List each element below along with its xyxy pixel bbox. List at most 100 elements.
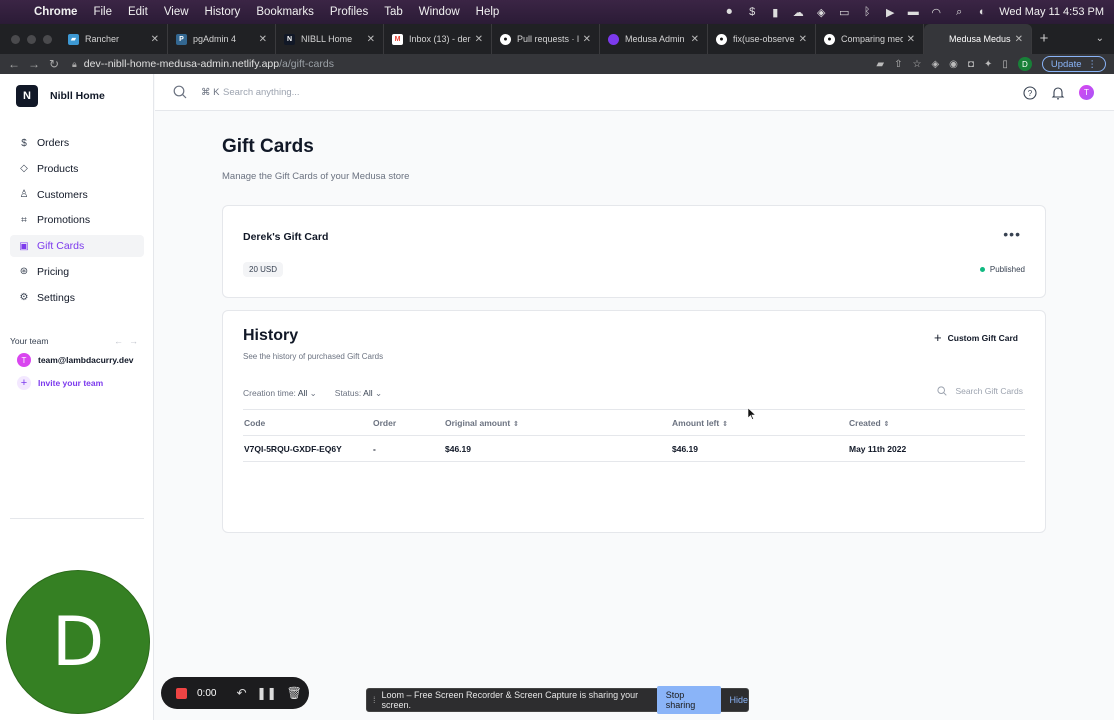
tab-search-chevron-icon[interactable]: ⌄ [1096,24,1104,54]
menubar-clock[interactable]: Wed May 11 4:53 PM [999,6,1104,18]
menu-help[interactable]: Help [476,6,500,18]
menu-view[interactable]: View [164,6,189,18]
browser-tab[interactable]: ▰ Rancher ✕ [60,24,168,54]
sidebar-item-customers[interactable]: ♙ Customers [10,184,144,206]
close-tab-icon[interactable]: ✕ [367,34,375,45]
sidebar-item-promotions[interactable]: ⌗ Promotions [10,209,144,231]
menu-history[interactable]: History [205,6,241,18]
share-icon[interactable]: ⇧ [894,59,902,70]
sidebar-item-orders[interactable]: $ Orders [10,132,144,154]
dollar-status-icon[interactable]: $ [746,6,758,18]
sidebar-item-label: Products [37,162,79,175]
display-icon[interactable]: ▭ [838,6,850,19]
update-button[interactable]: Update ⋮ [1041,56,1106,72]
browser-tab[interactable]: N NIBLL Home ✕ [276,24,384,54]
close-tab-icon[interactable]: ✕ [799,34,807,45]
team-pager-arrows-icon[interactable]: ←→ [114,336,144,346]
cloud-icon[interactable]: ☁ [792,6,804,19]
browser-tab[interactable]: ● Comparing medus ✕ [816,24,924,54]
extension-camera-icon[interactable]: ◘ [968,59,974,70]
profile-avatar[interactable]: D [1017,57,1032,71]
play-icon[interactable]: ▶ [884,6,896,19]
sidebar-item-pricing[interactable]: ⊛ Pricing [10,261,144,283]
table-row[interactable]: V7QI-5RQU-GXDF-EQ6Y - $46.19 $46.19 May … [243,435,1025,462]
store-brand[interactable]: N Nibll Home [16,85,105,107]
user-avatar[interactable]: T [1079,85,1094,100]
search-icon[interactable] [173,85,187,99]
spotlight-icon[interactable]: ⌕ [953,6,965,18]
sort-icon[interactable]: ⇕ [513,421,519,428]
wifi-icon[interactable]: ◠ [930,6,942,19]
stop-recording-icon[interactable] [176,687,187,699]
close-tab-icon[interactable]: ✕ [475,34,483,45]
sort-icon[interactable]: ⇕ [884,421,890,428]
drag-handle-icon[interactable]: ⁞ [373,695,376,705]
microphone-icon[interactable]: ⏺ [723,6,735,18]
lock-icon[interactable]: 🔒︎ [72,59,77,70]
team-member-email: team@lambdacurry.dev [38,355,134,365]
sort-icon[interactable]: ⇕ [722,421,728,428]
menu-app-name[interactable]: Chrome [34,6,77,18]
browser-tab[interactable]: ● fix(use-observe-e ✕ [708,24,816,54]
gift-card-search-input[interactable]: Search Gift Cards [937,386,1023,396]
column-amount-left[interactable]: Amount left ⇕ [671,409,848,436]
close-tab-icon[interactable]: ✕ [907,34,915,45]
filter-creation-time[interactable]: Creation time: All ⌄ [243,388,317,399]
bookmark-star-icon[interactable]: ☆ [913,59,922,70]
url-field[interactable]: 🔒︎ dev--nibll-home-medusa-admin.netlify.… [72,58,334,70]
stop-sharing-button[interactable]: Stop sharing [656,686,722,714]
close-tab-icon[interactable]: ✕ [583,34,591,45]
help-icon[interactable]: ? [1023,85,1037,100]
close-window-button[interactable] [11,34,20,44]
trash-icon[interactable]: 🗑︎ [287,686,302,700]
sidebar-item-gift-cards[interactable]: ▣ Gift Cards [10,235,144,258]
shield-status-icon[interactable]: ◈ [815,6,827,19]
filter-status[interactable]: Status: All ⌄ [335,388,382,399]
close-tab-icon[interactable]: ✕ [1015,34,1023,45]
undo-icon[interactable]: ↶ [236,686,246,700]
sidebar-status-icon[interactable]: ▮ [769,6,781,19]
extension-loom-icon[interactable]: ◉ [949,59,958,70]
reload-icon[interactable]: ↻ [44,57,64,71]
minimize-window-button[interactable] [27,34,36,44]
bell-icon[interactable] [1051,86,1065,100]
browser-tab[interactable]: Medusa Admin ✕ [600,24,708,54]
close-tab-icon[interactable]: ✕ [259,34,267,45]
column-original-amount[interactable]: Original amount ⇕ [444,409,671,436]
menu-window[interactable]: Window [419,6,460,18]
global-search-input[interactable]: Search anything... [223,87,300,98]
menu-profiles[interactable]: Profiles [330,6,368,18]
custom-gift-card-button[interactable]: + Custom Gift Card [934,330,1018,345]
battery-icon[interactable]: ▬ [907,6,919,18]
new-tab-button[interactable]: + [1032,24,1056,54]
browser-tab[interactable]: PpgAdmin 4 ✕ [168,24,276,54]
column-created[interactable]: Created ⇕ [848,409,1025,436]
close-tab-icon[interactable]: ✕ [691,34,699,45]
team-member[interactable]: T team@lambdacurry.dev [17,353,147,367]
more-actions-icon[interactable]: ••• [1003,226,1021,242]
extension-shield-icon[interactable]: ◈ [931,59,939,70]
forward-arrow-icon[interactable]: → [24,57,44,71]
browser-tab[interactable]: M Inbox (13) - derek ✕ [384,24,492,54]
back-arrow-icon[interactable]: ← [4,57,24,71]
team-section-header: Your team ←→ [10,336,144,346]
camera-icon[interactable]: ▰ [876,59,884,70]
menu-bookmarks[interactable]: Bookmarks [256,6,314,18]
menu-edit[interactable]: Edit [128,6,148,18]
extensions-puzzle-icon[interactable]: ✦ [984,59,992,70]
sidebar-item-products[interactable]: ◇ Products [10,158,144,180]
pause-icon[interactable]: ❚❚ [257,686,277,700]
menu-tab[interactable]: Tab [384,6,403,18]
browser-tab-active[interactable]: Medusa Medusa A ✕ [924,24,1032,54]
menu-file[interactable]: File [93,6,112,18]
side-panel-icon[interactable]: ▯ [1002,59,1008,70]
control-center-icon[interactable]: ◐ [976,6,988,18]
zoom-window-button[interactable] [43,34,52,44]
close-tab-icon[interactable]: ✕ [151,34,159,45]
sidebar-item-settings[interactable]: ⚙ Settings [10,287,144,309]
invite-team-link[interactable]: + Invite your team [17,376,147,390]
loom-camera-bubble[interactable]: D [6,570,150,714]
bluetooth-icon[interactable]: ᛒ [861,6,873,18]
browser-tab[interactable]: ● Pull requests · lam ✕ [492,24,600,54]
hide-banner-button[interactable]: Hide [729,695,748,705]
